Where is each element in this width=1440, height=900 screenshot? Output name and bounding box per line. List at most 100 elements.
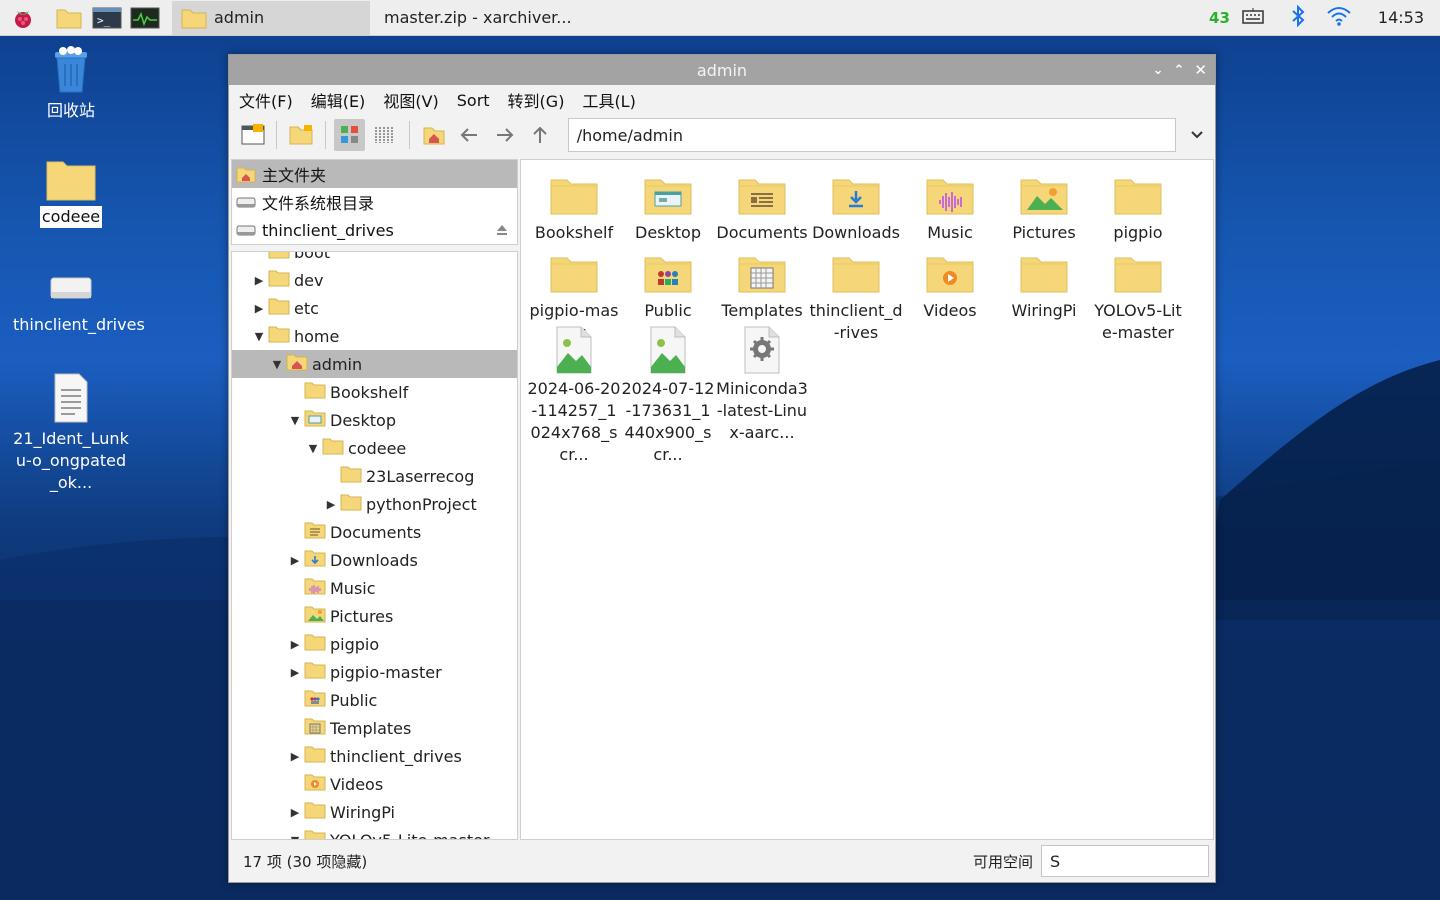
file-item-screenshot-2024-06-20[interactable]: 2024-06-20-114257_1024x768_scr... <box>527 322 621 466</box>
file-item-videos[interactable]: Videos <box>903 244 997 322</box>
tree-item[interactable]: ▶ thinclient_drives <box>232 742 517 770</box>
new-window-icon <box>241 124 265 145</box>
forward-button[interactable] <box>489 119 520 151</box>
menu-edit[interactable]: 编辑(E) <box>311 88 366 112</box>
raspberry-menu-icon[interactable] <box>6 1 40 35</box>
menu-file[interactable]: 文件(F) <box>239 88 293 112</box>
file-item-bookshelf[interactable]: Bookshelf <box>527 166 621 244</box>
tree-item[interactable]: ▼ home <box>232 322 517 350</box>
tree-item[interactable]: ▶ dev <box>232 266 517 294</box>
expand-arrow-icon[interactable]: ▶ <box>286 747 304 765</box>
tree-item[interactable]: ▶ WiringPi <box>232 798 517 826</box>
tree-item[interactable]: Bookshelf <box>232 378 517 406</box>
up-button[interactable] <box>524 119 555 151</box>
collapse-arrow-icon[interactable]: ▼ <box>250 327 268 345</box>
tree-item[interactable]: Documents <box>232 518 517 546</box>
tree-item[interactable]: ▼ admin <box>232 350 517 378</box>
new-window-button[interactable] <box>237 119 268 151</box>
close-icon[interactable]: ✕ <box>1194 61 1207 79</box>
file-item-miniconda-installer[interactable]: Miniconda3-latest-Linux-aarc... <box>715 322 809 444</box>
tree-item[interactable]: ▶ pigpio <box>232 630 517 658</box>
clock[interactable]: 14:53 <box>1378 8 1424 27</box>
window-titlebar[interactable]: admin ⌄ ⌃ ✕ <box>229 55 1215 85</box>
collapse-arrow-icon[interactable]: ▼ <box>286 411 304 429</box>
place-thinclient-drives[interactable]: thinclient_drives <box>232 216 517 244</box>
wifi-icon[interactable] <box>1326 5 1352 31</box>
maximize-icon[interactable]: ⌃ <box>1174 63 1185 78</box>
collapse-arrow-icon[interactable]: ▼ <box>268 355 286 373</box>
expand-arrow-icon[interactable]: ▶ <box>286 551 304 569</box>
file-item-label: Pictures <box>1012 223 1076 242</box>
menu-go[interactable]: 转到(G) <box>508 88 565 112</box>
home-button[interactable] <box>418 119 449 151</box>
file-item-documents[interactable]: Documents <box>715 166 809 244</box>
expand-arrow-icon[interactable]: ▶ <box>286 803 304 821</box>
tree-item[interactable]: Public <box>232 686 517 714</box>
menu-view[interactable]: 视图(V) <box>383 88 438 112</box>
file-item-thinclient-drives[interactable]: thinclient_d-rives <box>809 244 903 344</box>
file-item-wiringpi[interactable]: WiringPi <box>997 244 1091 322</box>
file-item-public[interactable]: Public <box>621 244 715 322</box>
desktop-file-document[interactable]: 21_Ident_Lunku-o_ongpated_ok... <box>11 372 131 494</box>
collapse-arrow-icon[interactable]: ▼ <box>286 831 304 840</box>
terminal-launcher-icon[interactable]: >_ <box>90 1 124 35</box>
file-item-label: Bookshelf <box>534 223 614 242</box>
collapse-arrow-icon[interactable]: ▼ <box>304 439 322 457</box>
path-input[interactable]: /home/admin <box>567 118 1176 152</box>
keyboard-icon[interactable] <box>1242 7 1264 29</box>
menu-sort[interactable]: Sort <box>457 91 490 110</box>
file-manager-launcher-icon[interactable] <box>52 1 86 35</box>
tree-item[interactable]: boot <box>232 252 517 266</box>
place-root[interactable]: 文件系统根目录 <box>232 188 517 216</box>
desktop-folder-codeee[interactable]: codeee <box>11 156 131 228</box>
bluetooth-icon[interactable] <box>1290 4 1306 32</box>
expand-arrow-icon[interactable]: ▶ <box>286 635 304 653</box>
place-home[interactable]: 主文件夹 <box>232 160 517 188</box>
file-item-pigpio[interactable]: pigpio <box>1091 166 1185 244</box>
new-tab-button[interactable] <box>285 119 316 151</box>
tree-item[interactable]: ▶ pigpio-master <box>232 658 517 686</box>
cpu-usage[interactable]: 43 <box>1209 9 1230 27</box>
free-space-field[interactable]: S <box>1041 845 1209 877</box>
public-folder-icon <box>304 688 326 712</box>
list-view-button[interactable] <box>369 119 400 151</box>
tree-item[interactable]: Pictures <box>232 602 517 630</box>
tree-item[interactable]: ▼ YOLOv5-Lite-master <box>232 826 517 840</box>
file-item-templates[interactable]: Templates <box>715 244 809 322</box>
file-item-desktop[interactable]: Desktop <box>621 166 715 244</box>
taskbar-task-label: master.zip - xarchiver... <box>384 8 570 27</box>
expand-arrow-icon[interactable]: ▶ <box>322 495 340 513</box>
tree-item[interactable]: ▼ codeee <box>232 434 517 462</box>
minimize-icon[interactable]: ⌄ <box>1153 63 1164 78</box>
tree-item[interactable]: ▼ Desktop <box>232 406 517 434</box>
file-item-yolov5-lite-master[interactable]: YOLOv5-Lite-master <box>1091 244 1185 344</box>
tree-item[interactable]: Videos <box>232 770 517 798</box>
icon-view-button[interactable] <box>333 119 366 151</box>
tree-item[interactable]: Templates <box>232 714 517 742</box>
expand-arrow-icon[interactable]: ▶ <box>250 271 268 289</box>
taskbar-task-admin[interactable]: admin <box>172 0 370 35</box>
file-item-pictures[interactable]: Pictures <box>997 166 1091 244</box>
tree-item[interactable]: ▶ etc <box>232 294 517 322</box>
tree-item[interactable]: ▶ Downloads <box>232 546 517 574</box>
home-icon <box>423 127 445 145</box>
desktop-drive-thinclient[interactable]: thinclient_drives <box>11 270 145 336</box>
expand-arrow-icon[interactable]: ▶ <box>250 299 268 317</box>
path-history-dropdown[interactable] <box>1180 118 1215 152</box>
back-button[interactable] <box>453 119 484 151</box>
folder-icon <box>1091 244 1185 300</box>
file-item-screenshot-2024-07-12[interactable]: 2024-07-12-173631_1440x900_scr... <box>621 322 715 466</box>
menu-tools[interactable]: 工具(L) <box>582 88 635 112</box>
tree-item[interactable]: 23Laserrecog <box>232 462 517 490</box>
desktop-trash[interactable]: 回收站 <box>11 44 131 122</box>
tree-item[interactable]: Music <box>232 574 517 602</box>
file-item-downloads[interactable]: Downloads <box>809 166 903 244</box>
expand-arrow-icon[interactable]: ▶ <box>286 663 304 681</box>
file-item-music[interactable]: Music <box>903 166 997 244</box>
eject-icon[interactable] <box>495 222 509 241</box>
tree-item[interactable]: ▶ pythonProject <box>232 490 517 518</box>
templates-folder-icon <box>715 244 809 300</box>
taskbar-task-xarchiver[interactable]: master.zip - xarchiver... <box>370 1 570 35</box>
task-manager-launcher-icon[interactable] <box>128 1 162 35</box>
